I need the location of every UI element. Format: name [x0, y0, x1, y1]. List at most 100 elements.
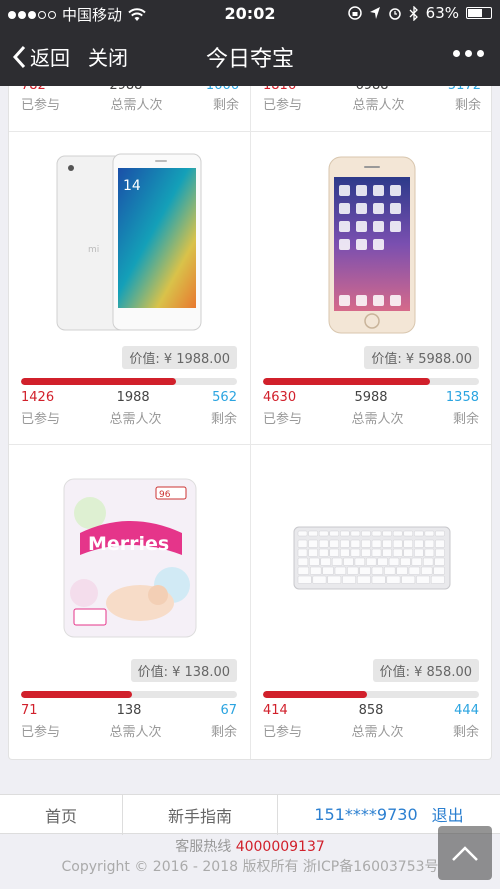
- total-count: 1988: [116, 390, 150, 405]
- joined-label: 已参与: [263, 725, 303, 740]
- keyboard-key: [310, 566, 322, 575]
- remaining-label: 剩余: [210, 725, 237, 740]
- keyboard-key: [371, 566, 384, 575]
- joined-label: 已参与: [263, 412, 303, 427]
- keyboard-key: [361, 539, 371, 548]
- keyboard-key: [359, 566, 371, 575]
- joined-count: 1426: [21, 390, 55, 405]
- partial-card-left[interactable]: 782 2988 1666 已参与 总需人次 剩余: [9, 86, 251, 132]
- keyboard-key: [308, 530, 318, 536]
- nav-home[interactable]: 首页: [0, 795, 123, 835]
- keyboard-key: [312, 575, 327, 584]
- location-icon: [369, 7, 380, 19]
- keyboard-key: [334, 566, 347, 575]
- remaining-count: 67: [220, 703, 237, 718]
- total-count: 138: [116, 703, 142, 718]
- keyboard-key: [371, 548, 382, 557]
- keyboard-key: [435, 539, 445, 548]
- keyboard-key: [424, 548, 435, 557]
- product-card-keyboard[interactable]: 价值: ¥ 858.00 414 858 444 已参与 总需人次 剩余: [251, 445, 491, 757]
- battery-icon: [466, 7, 492, 19]
- diaper-brand-text: Merries: [88, 533, 169, 555]
- keyboard-key: [318, 530, 329, 536]
- status-right: 63%: [347, 4, 492, 22]
- nav-bar: 返回 关闭 今日夺宝: [0, 28, 500, 86]
- keyboard-key: [366, 557, 377, 566]
- keyboard-key: [396, 566, 408, 575]
- keyboard-key: [434, 557, 445, 566]
- keyboard-key: [354, 557, 366, 566]
- progress-bar: [21, 691, 237, 698]
- joined-count: 71: [21, 703, 38, 718]
- keyboard-key: [416, 575, 430, 584]
- joined-label: 已参与: [263, 98, 303, 113]
- lock-rotation-icon: [347, 6, 362, 20]
- keyboard-key: [322, 566, 334, 575]
- keyboard-key: [350, 530, 361, 536]
- logout-link[interactable]: 退出: [432, 802, 464, 826]
- keyboard-key: [433, 566, 445, 575]
- keyboard-key: [361, 548, 371, 557]
- keyboard-key: [386, 575, 401, 584]
- remaining-count: 1666: [206, 86, 239, 93]
- total-label: 总需人次: [109, 725, 162, 740]
- more-menu-icon[interactable]: [453, 50, 484, 57]
- product-image: [271, 455, 473, 660]
- keyboard-key: [308, 548, 318, 557]
- hotline-number[interactable]: 4000009137: [236, 839, 325, 855]
- keyboard-key: [347, 566, 359, 575]
- remaining-count: 562: [212, 390, 237, 405]
- total-label: 总需人次: [351, 412, 404, 427]
- keyboard-key: [340, 530, 350, 536]
- back-to-top-button[interactable]: [438, 826, 492, 880]
- keyboard-key: [430, 575, 445, 584]
- keyboard-key: [350, 548, 361, 557]
- keyboard-key: [382, 548, 392, 557]
- product-image: [271, 142, 473, 347]
- keyboard-key: [403, 530, 414, 536]
- nav-guide[interactable]: 新手指南: [123, 795, 278, 835]
- product-card-diapers[interactable]: 96 Merries 价值: ¥ 138.00 71 138 67 已参与 总需人次 剩…: [9, 445, 251, 757]
- keyboard-key: [421, 566, 433, 575]
- progress-bar: [263, 378, 479, 385]
- keyboard-key: [309, 557, 320, 566]
- product-grid: 78229881666 已参与总需人次剩余 181669885172 已参与总需…: [8, 86, 492, 760]
- keyboard-key: [297, 530, 308, 536]
- keyboard-key: [424, 539, 435, 548]
- keyboard-key: [329, 539, 340, 548]
- keyboard-key: [297, 539, 308, 548]
- remaining-label: 剩余: [210, 412, 237, 427]
- joined-count: 4630: [263, 390, 297, 405]
- remaining-label: 剩余: [452, 412, 479, 427]
- keyboard-key: [414, 548, 424, 557]
- remaining-label: 剩余: [452, 725, 479, 740]
- partial-card-right[interactable]: 1816 6988 5172 已参与 总需人次 剩余: [251, 86, 491, 132]
- keyboard-key: [297, 548, 308, 557]
- svg-text:mi: mi: [88, 245, 99, 255]
- total-label: 总需人次: [351, 725, 404, 740]
- price-badge: 价值: ¥ 1988.00: [122, 346, 237, 369]
- keyboard-key: [411, 557, 422, 566]
- keyboard-key: [400, 557, 411, 566]
- product-image: mi 14: [29, 142, 231, 347]
- total-label: 总需人次: [110, 98, 163, 113]
- keyboard-key: [408, 566, 421, 575]
- keyboard-key: [401, 575, 416, 584]
- remaining-label: 剩余: [212, 98, 239, 113]
- user-phone-link[interactable]: 151****9730: [314, 805, 417, 824]
- keyboard-key: [392, 539, 403, 548]
- progress-bar: [21, 378, 237, 385]
- product-image: 96 Merries: [29, 455, 231, 660]
- keyboard-key: [403, 548, 414, 557]
- keyboard-key: [435, 548, 445, 557]
- keyboard-key: [356, 575, 371, 584]
- keyboard-key: [329, 530, 340, 536]
- remaining-label: 剩余: [454, 98, 481, 113]
- product-card-xiaomi[interactable]: mi 14 价值: ¥ 1988.00 1426 1988 562 已参与 总需人次 剩…: [9, 132, 251, 444]
- status-bar: 中国移动 20:02 63%: [0, 0, 500, 28]
- keyboard-key: [371, 530, 382, 536]
- keyboard-key: [343, 557, 354, 566]
- keyboard-key: [392, 530, 403, 536]
- product-card-iphone[interactable]: 价值: ¥ 5988.00 4630 5988 1358 已参与 总需人次 剩余: [251, 132, 491, 444]
- keyboard-key: [320, 557, 331, 566]
